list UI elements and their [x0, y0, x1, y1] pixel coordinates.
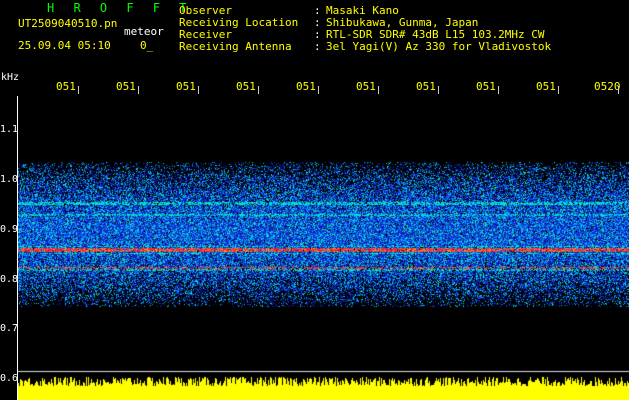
x-tick-mark	[258, 86, 259, 94]
x-tick-label: 051	[536, 80, 556, 93]
y-tick-label: 1.1	[0, 124, 19, 135]
antenna-label: Receiving Antenna	[179, 40, 292, 53]
filename-label: UT2509040510.pn	[18, 17, 118, 30]
event-type-label: meteor	[124, 25, 164, 38]
hrofft-app-title: H R O F F T	[47, 1, 193, 15]
x-tick-label: 051	[296, 80, 316, 93]
x-tick-mark	[138, 86, 139, 94]
antenna-value: 3el Yagi(V) Az 330 for Vladivostok	[326, 40, 552, 53]
y-tick-label: 1.0	[0, 174, 19, 185]
x-tick-mark	[618, 86, 619, 94]
x-tick-label: 051	[356, 80, 376, 93]
x-tick-mark	[78, 86, 79, 94]
x-tick-label: 051	[476, 80, 496, 93]
x-tick-mark	[378, 86, 379, 94]
y-tick-label: 0.9	[0, 224, 19, 235]
x-tick-label: 051	[56, 80, 76, 93]
x-tick-label: 051	[176, 80, 196, 93]
x-tick-mark	[318, 86, 319, 94]
y-tick-label: 0.8	[0, 274, 19, 285]
spectrogram-canvas	[18, 96, 629, 400]
x-tick-mark	[438, 86, 439, 94]
x-tick-label: 051	[236, 80, 256, 93]
y-tick-label: 0.6	[0, 373, 19, 384]
antenna-colon: :	[314, 40, 321, 53]
x-tick-label: 051	[116, 80, 136, 93]
datetime-label: 25.09.04 05:10	[18, 39, 111, 52]
y-tick-label: 0.7	[0, 323, 19, 334]
x-tick-label: 051	[416, 80, 436, 93]
aux-value-label: 0_	[140, 39, 154, 52]
y-axis-unit: kHz	[1, 72, 20, 83]
x-tick-mark	[198, 86, 199, 94]
x-tick-mark	[558, 86, 559, 94]
x-tick-label: 0520	[594, 80, 621, 93]
x-tick-mark	[498, 86, 499, 94]
